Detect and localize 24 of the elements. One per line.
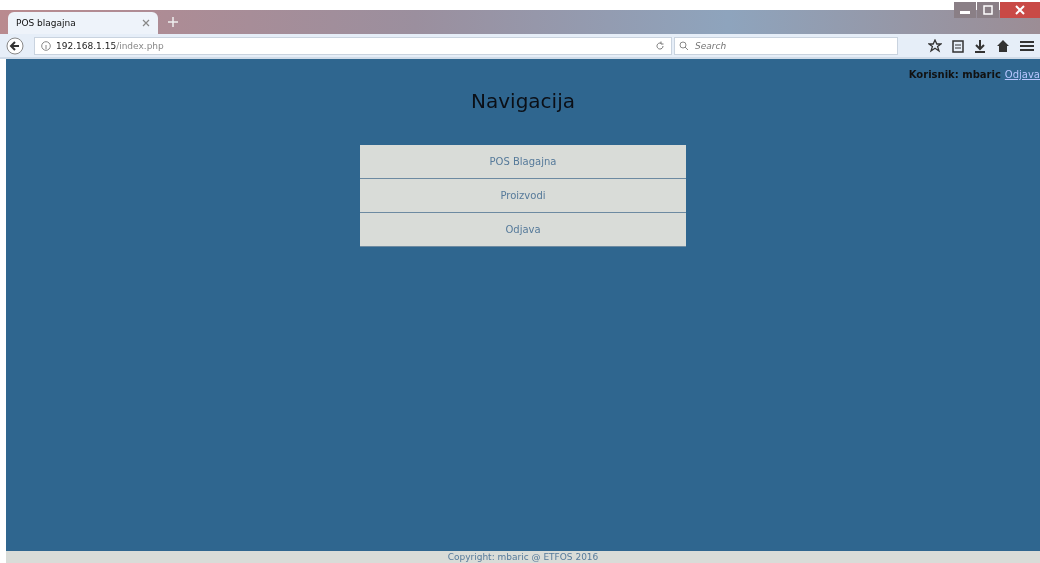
search-field[interactable]: Search: [674, 36, 898, 55]
home-icon[interactable]: [996, 38, 1010, 53]
menu-icon[interactable]: [1020, 39, 1034, 52]
browser-tab[interactable]: POS blagajna: [8, 12, 158, 34]
page-heading: Navigacija: [471, 89, 575, 113]
minimize-icon[interactable]: [954, 2, 976, 18]
info-icon: [41, 40, 51, 51]
user-label: Korisnik: mbaric: [908, 69, 1001, 80]
menu-item[interactable]: POS Blagajna: [360, 145, 686, 179]
search-icon: [679, 40, 689, 51]
maximize-icon[interactable]: [977, 2, 999, 18]
star-icon[interactable]: [928, 38, 942, 53]
back-icon[interactable]: [6, 36, 24, 55]
logout-link[interactable]: Odjava: [1004, 69, 1040, 80]
close-icon[interactable]: [142, 19, 150, 27]
clipboard-icon[interactable]: [952, 38, 964, 53]
download-icon[interactable]: [974, 38, 986, 53]
footer: Copyright: mbaric @ ETFOS 2016: [6, 551, 1040, 563]
reload-icon[interactable]: [655, 40, 665, 51]
menu-item[interactable]: Odjava: [360, 213, 686, 247]
menu-item[interactable]: Proizvodi: [360, 179, 686, 213]
close-window-icon[interactable]: [1000, 2, 1040, 18]
tab-title: POS blagajna: [16, 18, 76, 28]
address-field[interactable]: 192.168.1.15/index.php: [34, 36, 672, 55]
